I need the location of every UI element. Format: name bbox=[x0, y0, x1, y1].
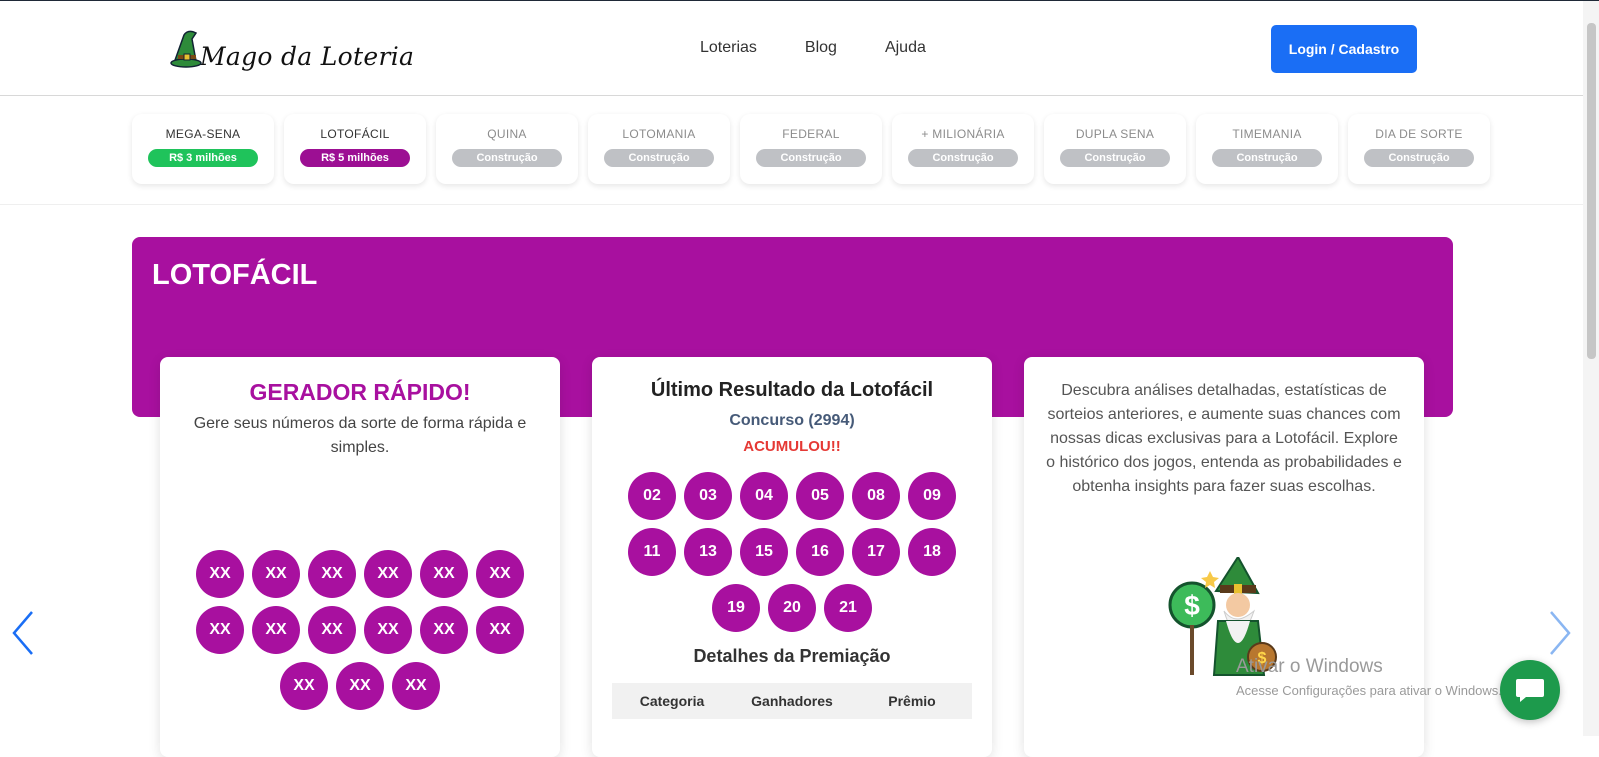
number-ball: XX bbox=[364, 550, 412, 598]
status-badge: Construção bbox=[908, 149, 1018, 167]
number-ball: XX bbox=[420, 606, 468, 654]
number-ball: 15 bbox=[740, 528, 788, 576]
info-text: Descubra análises detalhadas, estatístic… bbox=[1046, 382, 1402, 495]
main-nav: Loterias Blog Ajuda bbox=[700, 39, 926, 57]
number-ball: XX bbox=[308, 606, 356, 654]
tab-lotomania[interactable]: LOTOMANIA Construção bbox=[588, 114, 730, 184]
tab-quina[interactable]: QUINA Construção bbox=[436, 114, 578, 184]
watermark-line: Ativar o Windows bbox=[1236, 656, 1383, 677]
status-badge: Construção bbox=[756, 149, 866, 167]
status-badge: Construção bbox=[452, 149, 562, 167]
generator-description: Gere seus números da sorte de forma rápi… bbox=[193, 415, 527, 456]
scrollbar-thumb[interactable] bbox=[1587, 23, 1596, 359]
number-ball: 03 bbox=[684, 472, 732, 520]
tab-label: DIA DE SORTE bbox=[1375, 127, 1463, 141]
tab-label: LOTOMANIA bbox=[622, 127, 696, 141]
generator-card: GERADOR RÁPIDO! Gere seus números da sor… bbox=[160, 357, 560, 757]
logo[interactable]: Mago da Loteria bbox=[170, 19, 414, 79]
number-ball: 21 bbox=[824, 584, 872, 632]
tab-label: + MILIONÁRIA bbox=[921, 127, 1005, 141]
login-button[interactable]: Login / Cadastro bbox=[1271, 25, 1417, 73]
prize-badge: R$ 5 milhões bbox=[300, 149, 410, 167]
watermark-line: Acesse Configurações para ativar o Windo… bbox=[1236, 683, 1502, 698]
prize-badge: R$ 3 milhões bbox=[148, 149, 258, 167]
status-badge: Construção bbox=[604, 149, 714, 167]
status-badge: Construção bbox=[1364, 149, 1474, 167]
number-ball: XX bbox=[364, 606, 412, 654]
result-balls: 02 03 04 05 08 09 11 13 15 16 17 18 19 2… bbox=[622, 472, 962, 632]
tab-timemania[interactable]: TIMEMANIA Construção bbox=[1196, 114, 1338, 184]
prize-details-title: Detalhes da Premiação bbox=[693, 646, 891, 666]
status-badge: Construção bbox=[1060, 149, 1170, 167]
number-ball: 16 bbox=[796, 528, 844, 576]
tab-dupla-sena[interactable]: DUPLA SENA Construção bbox=[1044, 114, 1186, 184]
number-ball: XX bbox=[420, 550, 468, 598]
number-ball: XX bbox=[476, 550, 524, 598]
tab-label: TIMEMANIA bbox=[1232, 127, 1302, 141]
svg-text:$: $ bbox=[1184, 590, 1200, 621]
prize-table-header: Categoria Ganhadores Prêmio bbox=[612, 683, 972, 719]
tab-label: QUINA bbox=[487, 127, 527, 141]
generator-title: GERADOR RÁPIDO! bbox=[249, 379, 471, 405]
tab-lotofacil[interactable]: LOTOFÁCIL R$ 5 milhões bbox=[284, 114, 426, 184]
chat-button[interactable] bbox=[1500, 660, 1560, 720]
result-card: Último Resultado da Lotofácil Concurso (… bbox=[592, 357, 992, 757]
number-ball: XX bbox=[476, 606, 524, 654]
tab-label: MEGA-SENA bbox=[165, 127, 241, 141]
column-header: Ganhadores bbox=[751, 693, 833, 709]
tab-label: FEDERAL bbox=[782, 127, 840, 141]
windows-activation-watermark: Ativar o Windows Acesse Configurações pa… bbox=[1236, 656, 1502, 698]
number-ball: XX bbox=[392, 662, 440, 710]
tab-dia-de-sorte[interactable]: DIA DE SORTE Construção bbox=[1348, 114, 1490, 184]
tab-federal[interactable]: FEDERAL Construção bbox=[740, 114, 882, 184]
number-ball: 09 bbox=[908, 472, 956, 520]
tab-label: DUPLA SENA bbox=[1075, 127, 1155, 141]
number-ball: 04 bbox=[740, 472, 788, 520]
number-ball: XX bbox=[196, 606, 244, 654]
number-ball: 17 bbox=[852, 528, 900, 576]
number-ball: 20 bbox=[768, 584, 816, 632]
wizard-hat-icon bbox=[170, 29, 204, 69]
chevron-left-icon bbox=[12, 611, 33, 655]
chevron-right-icon bbox=[1550, 611, 1571, 655]
result-title: Último Resultado da Lotofácil bbox=[650, 379, 934, 401]
tab-milionaria[interactable]: + MILIONÁRIA Construção bbox=[892, 114, 1034, 184]
carousel-next-button[interactable] bbox=[1545, 608, 1575, 658]
number-ball: 05 bbox=[796, 472, 844, 520]
carousel-prev-button[interactable] bbox=[8, 608, 38, 658]
page-scrollbar[interactable] bbox=[1583, 1, 1599, 736]
nav-ajuda[interactable]: Ajuda bbox=[885, 39, 926, 57]
column-header: Prêmio bbox=[888, 693, 936, 709]
accumulated-label: ACUMULOU!! bbox=[743, 438, 841, 455]
number-ball: 13 bbox=[684, 528, 732, 576]
nav-blog[interactable]: Blog bbox=[805, 39, 837, 57]
tab-label: LOTOFÁCIL bbox=[320, 127, 390, 141]
number-ball: 19 bbox=[712, 584, 760, 632]
number-ball: XX bbox=[252, 550, 300, 598]
chat-bubble-icon bbox=[1516, 679, 1544, 702]
tab-mega-sena[interactable]: MEGA-SENA R$ 3 milhões bbox=[132, 114, 274, 184]
number-ball: 11 bbox=[628, 528, 676, 576]
lottery-tabs: MEGA-SENA R$ 3 milhões LOTOFÁCIL R$ 5 mi… bbox=[0, 96, 1583, 205]
nav-loterias[interactable]: Loterias bbox=[700, 39, 757, 57]
site-header: Mago da Loteria Loterias Blog Ajuda Logi… bbox=[0, 1, 1583, 96]
number-ball: 02 bbox=[628, 472, 676, 520]
number-ball: XX bbox=[252, 606, 300, 654]
number-ball: XX bbox=[280, 662, 328, 710]
number-ball: 18 bbox=[908, 528, 956, 576]
number-ball: 08 bbox=[852, 472, 900, 520]
number-ball: XX bbox=[308, 550, 356, 598]
page-title: LOTOFÁCIL bbox=[152, 259, 318, 291]
status-badge: Construção bbox=[1212, 149, 1322, 167]
number-ball: XX bbox=[196, 550, 244, 598]
number-ball: XX bbox=[336, 662, 384, 710]
logo-text: Mago da Loteria bbox=[200, 41, 415, 71]
column-header: Categoria bbox=[639, 693, 705, 709]
contest-number: Concurso (2994) bbox=[729, 412, 855, 429]
generator-balls: XX XX XX XX XX XX XX XX XX XX XX XX XX X… bbox=[190, 550, 530, 710]
